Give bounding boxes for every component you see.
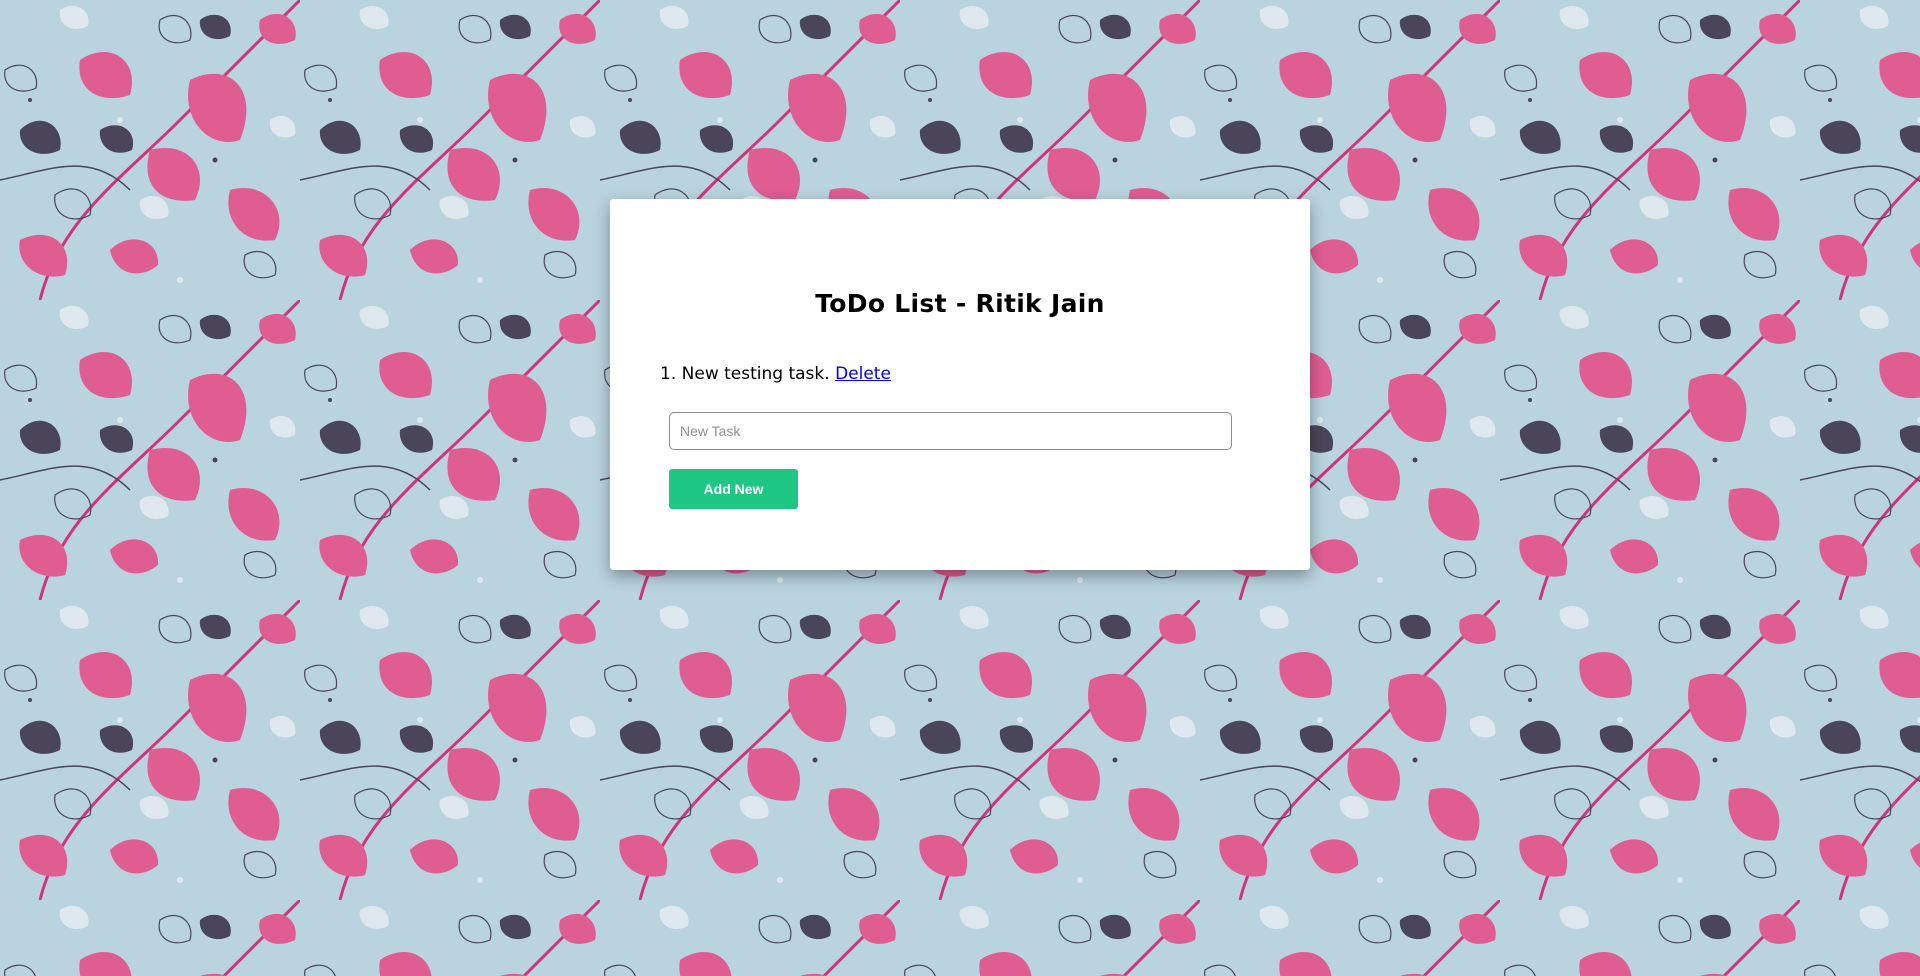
page-title: ToDo List - Ritik Jain xyxy=(815,289,1105,318)
new-task-input[interactable] xyxy=(669,412,1232,450)
delete-link[interactable]: Delete xyxy=(835,364,891,384)
task-list: 1. New testing task. Delete xyxy=(660,362,891,386)
add-new-button[interactable]: Add New xyxy=(669,469,798,509)
task-text: New testing task. xyxy=(681,364,830,384)
todo-card: ToDo List - Ritik Jain 1. New testing ta… xyxy=(610,199,1310,570)
task-item: 1. New testing task. Delete xyxy=(660,362,891,386)
task-number: 1. xyxy=(660,364,677,384)
